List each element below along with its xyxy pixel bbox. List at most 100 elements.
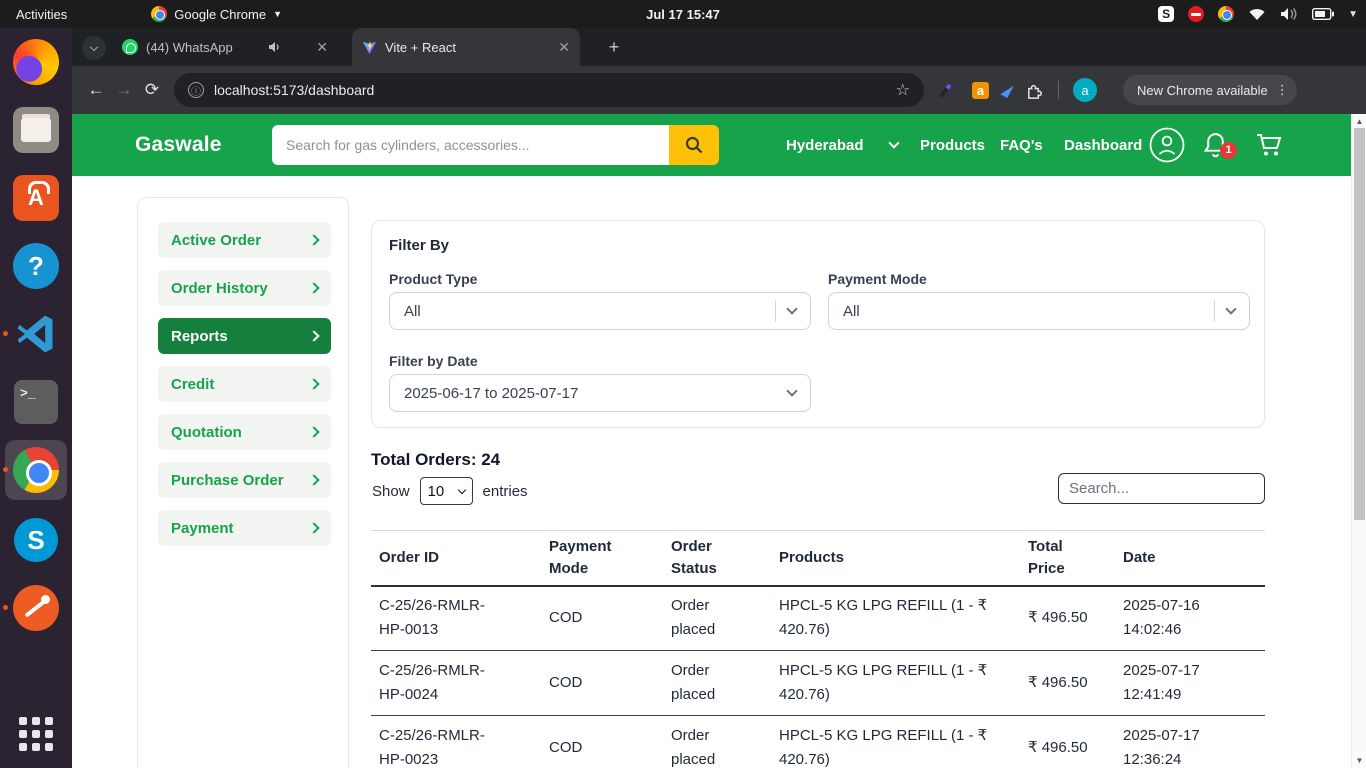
- dock-chrome[interactable]: [10, 444, 62, 496]
- forward-icon[interactable]: →: [110, 76, 138, 104]
- volume-muted-icon[interactable]: [1280, 7, 1298, 21]
- chevron-down-icon: [888, 137, 899, 148]
- entries-select[interactable]: 10: [420, 477, 473, 505]
- cart-button[interactable]: [1255, 114, 1283, 176]
- extension-pen-icon[interactable]: [940, 81, 958, 99]
- chevron-right-icon: [308, 474, 319, 485]
- sidebar-item-payment[interactable]: Payment: [158, 510, 331, 546]
- sidebar-item-order-history[interactable]: Order History: [158, 270, 331, 306]
- site-info-icon[interactable]: ⓘ: [188, 82, 204, 98]
- nav-link-products[interactable]: Products: [920, 114, 985, 176]
- table-row[interactable]: C-25/26-RMLR-HP-0023 COD Order placed HP…: [371, 716, 1265, 768]
- whatsapp-icon: [122, 39, 138, 55]
- orders-table: Order ID Payment Mode Order Status Produ…: [371, 530, 1265, 768]
- cell-products: HPCL-5 KG LPG REFILL (1 - ₹ 420.76): [779, 586, 1028, 651]
- extension-a-icon[interactable]: a: [972, 82, 989, 99]
- chevron-down-icon: [786, 385, 797, 396]
- activities-button[interactable]: Activities: [16, 7, 67, 22]
- back-icon[interactable]: ←: [82, 76, 110, 104]
- files-icon: [13, 107, 59, 153]
- profile-avatar[interactable]: a: [1073, 78, 1097, 102]
- sidebar-item-label: Order History: [171, 280, 268, 297]
- extensions-icon[interactable]: [1025, 81, 1044, 100]
- entries-value: 10: [428, 483, 445, 500]
- do-not-disturb-icon[interactable]: [1188, 6, 1204, 22]
- scroll-down-icon[interactable]: ▼: [1352, 756, 1366, 765]
- dock-files[interactable]: [10, 104, 62, 156]
- tab-whatsapp-label: (44) WhatsApp: [146, 40, 233, 55]
- cell-payment-mode: COD: [549, 586, 671, 651]
- chevron-down-icon: [1225, 303, 1236, 314]
- payment-mode-select[interactable]: All: [828, 292, 1250, 330]
- table-search-input[interactable]: [1058, 473, 1265, 504]
- search-icon: [684, 135, 704, 155]
- site-search-input[interactable]: [272, 125, 669, 165]
- sidebar-item-quotation[interactable]: Quotation: [158, 414, 331, 450]
- date-range-select[interactable]: 2025-06-17 to 2025-07-17: [389, 374, 811, 412]
- help-icon: ?: [13, 243, 59, 289]
- dock-skype[interactable]: S: [10, 514, 62, 566]
- product-type-select[interactable]: All: [389, 292, 811, 330]
- tab-audio-icon[interactable]: [268, 41, 281, 53]
- dock-ubuntu-software[interactable]: A: [10, 172, 62, 224]
- dock-firefox[interactable]: [10, 36, 62, 88]
- sidebar-item-reports[interactable]: Reports: [158, 318, 331, 354]
- skype-tray-icon[interactable]: S: [1158, 6, 1174, 22]
- chrome-update-button[interactable]: New Chrome available ⋮: [1123, 75, 1297, 105]
- clock[interactable]: Jul 17 15:47: [646, 7, 720, 22]
- table-row[interactable]: C-25/26-RMLR-HP-0013 COD Order placed HP…: [371, 586, 1265, 651]
- page-scrollbar[interactable]: ▲ ▼: [1351, 114, 1366, 768]
- site-search-button[interactable]: [669, 125, 719, 165]
- cell-order-id: C-25/26-RMLR-HP-0024: [371, 651, 549, 716]
- account-button[interactable]: [1149, 114, 1185, 176]
- bookmark-star-icon[interactable]: ☆: [896, 80, 910, 100]
- scrollbar-thumb[interactable]: [1354, 128, 1365, 520]
- tab-whatsapp[interactable]: (44) WhatsApp ✕: [112, 28, 338, 66]
- system-menu-chevron-icon[interactable]: ▼: [1348, 9, 1358, 20]
- nav-link-dashboard[interactable]: Dashboard: [1064, 114, 1142, 176]
- vscode-icon: [14, 312, 58, 356]
- col-total-price: Total Price: [1028, 531, 1123, 586]
- address-bar[interactable]: ⓘ localhost:5173/dashboard ☆: [174, 73, 924, 107]
- tab-close-icon[interactable]: ✕: [316, 39, 328, 56]
- cell-order-status: Order placed: [671, 651, 779, 716]
- chevron-right-icon: [308, 426, 319, 437]
- site-search: [272, 125, 719, 165]
- vite-icon: [362, 40, 377, 55]
- web-page: Gaswale Hyderabad Products FAQ's Dashboa…: [72, 114, 1351, 768]
- site-logo[interactable]: Gaswale: [135, 133, 222, 157]
- dock-help[interactable]: ?: [10, 240, 62, 292]
- dock-show-applications[interactable]: [10, 708, 62, 760]
- sidebar-item-active-order[interactable]: Active Order: [158, 222, 331, 258]
- extension-arrow-icon[interactable]: [1000, 82, 1014, 98]
- table-row[interactable]: C-25/26-RMLR-HP-0024 COD Order placed HP…: [371, 651, 1265, 716]
- app-menu-button[interactable]: Google Chrome ▼: [151, 6, 282, 22]
- terminal-icon: >_: [14, 380, 58, 424]
- wifi-icon[interactable]: [1248, 7, 1266, 21]
- tab-search-button[interactable]: [82, 36, 106, 60]
- sidebar-item-credit[interactable]: Credit: [158, 366, 331, 402]
- dock-vscode[interactable]: [10, 308, 62, 360]
- dock-postman[interactable]: [10, 582, 62, 634]
- col-date: Date: [1123, 531, 1265, 586]
- battery-icon[interactable]: [1312, 8, 1334, 20]
- nav-link-faqs[interactable]: FAQ's: [1000, 114, 1043, 176]
- new-tab-button[interactable]: +: [602, 35, 626, 59]
- scroll-up-icon[interactable]: ▲: [1352, 117, 1366, 126]
- browser-menu-icon[interactable]: ⋮: [1276, 85, 1289, 95]
- tab-close-icon[interactable]: ✕: [558, 39, 570, 56]
- cell-products: HPCL-5 KG LPG REFILL (1 - ₹ 420.76): [779, 651, 1028, 716]
- city-selector[interactable]: Hyderabad: [786, 114, 898, 176]
- dashboard-sidebar: Active Order Order History Reports Credi…: [137, 197, 349, 768]
- reload-icon[interactable]: ⟳: [138, 76, 166, 104]
- cart-icon: [1255, 132, 1283, 158]
- postman-running-dot: [3, 605, 8, 610]
- chevron-right-icon: [308, 234, 319, 245]
- cell-order-status: Order placed: [671, 716, 779, 768]
- tab-vite-react[interactable]: Vite + React ✕: [352, 28, 580, 66]
- sidebar-item-purchase-order[interactable]: Purchase Order: [158, 462, 331, 498]
- dock-terminal[interactable]: >_: [10, 376, 62, 428]
- chrome-tray-icon[interactable]: [1218, 6, 1234, 22]
- notifications-button[interactable]: 1: [1203, 114, 1228, 176]
- cell-date: 2025-07-17 12:36:24: [1123, 716, 1265, 768]
